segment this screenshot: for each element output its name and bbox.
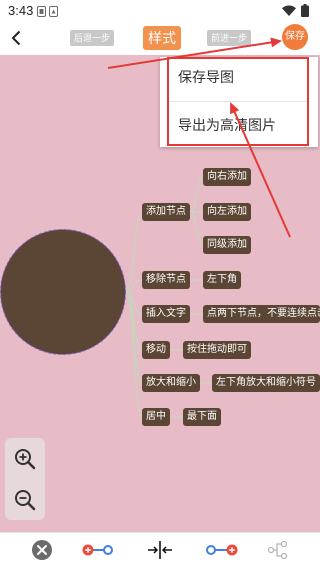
chevron-left-icon xyxy=(11,30,21,46)
center-map-button[interactable] xyxy=(146,537,174,563)
zoom-out-button[interactable] xyxy=(5,479,45,520)
node-add-node[interactable]: 添加节点 xyxy=(142,203,190,221)
node-insert-text[interactable]: 插入文字 xyxy=(142,305,190,323)
status-time: 3:43 xyxy=(8,3,34,18)
insert-node-left-icon xyxy=(82,544,113,556)
menu-item-save-map[interactable]: 保存导图 xyxy=(160,57,318,101)
style-button[interactable]: 样式 xyxy=(143,26,181,50)
node-center[interactable]: 居中 xyxy=(142,408,170,426)
zoom-out-icon xyxy=(15,489,36,510)
tree-structure-button[interactable] xyxy=(266,537,290,563)
menu-divider xyxy=(168,101,308,102)
undo-button[interactable]: 后退一步 xyxy=(70,30,114,46)
redo-button[interactable]: 前进一步 xyxy=(207,30,251,46)
tree-structure-icon xyxy=(267,540,288,560)
node-zoom[interactable]: 放大和缩小 xyxy=(142,374,200,392)
insert-node-right-button[interactable] xyxy=(205,537,239,563)
node-add-sibling[interactable]: 同级添加 xyxy=(203,236,251,254)
status-bar: 3:43 xyxy=(0,0,320,22)
menu-item-export-hd-image[interactable]: 导出为高清图片 xyxy=(160,103,318,147)
node-move[interactable]: 移动 xyxy=(142,341,170,359)
node-add-left[interactable]: 向左添加 xyxy=(203,203,251,221)
screen: 3:43 后退一步 样式 前进一步 保存 添加节点 向右添加 向左添加 同级添加… xyxy=(0,0,320,568)
node-remove-node[interactable]: 移除节点 xyxy=(142,271,190,289)
back-button[interactable] xyxy=(5,27,27,49)
zoom-in-icon xyxy=(15,448,36,469)
node-center-hint[interactable]: 最下面 xyxy=(183,408,221,426)
close-icon xyxy=(32,540,52,560)
center-icon xyxy=(148,541,172,559)
save-button[interactable]: 保存 xyxy=(282,24,308,50)
insert-node-right-icon xyxy=(206,544,238,556)
bottom-toolbar xyxy=(0,532,320,568)
zoom-panel xyxy=(5,438,45,520)
root-node[interactable] xyxy=(0,229,126,355)
insert-node-left-button[interactable] xyxy=(80,537,114,563)
notification-icon xyxy=(37,6,46,17)
node-remove-hint[interactable]: 左下角 xyxy=(203,271,241,289)
node-zoom-hint[interactable]: 左下角放大和缩小符号 xyxy=(212,374,320,392)
wifi-icon xyxy=(282,5,296,16)
notification-icon xyxy=(49,6,58,17)
node-add-right[interactable]: 向右添加 xyxy=(203,168,251,186)
node-move-hint[interactable]: 按住拖动即可 xyxy=(183,341,251,359)
toolbar: 后退一步 样式 前进一步 保存 xyxy=(0,22,320,55)
delete-node-button[interactable] xyxy=(30,537,54,563)
zoom-in-button[interactable] xyxy=(5,438,45,479)
save-dropdown-menu: 保存导图 导出为高清图片 xyxy=(160,57,318,147)
battery-icon xyxy=(301,4,309,17)
node-insert-text-hint[interactable]: 点两下节点，不要连续点击 xyxy=(203,305,320,323)
